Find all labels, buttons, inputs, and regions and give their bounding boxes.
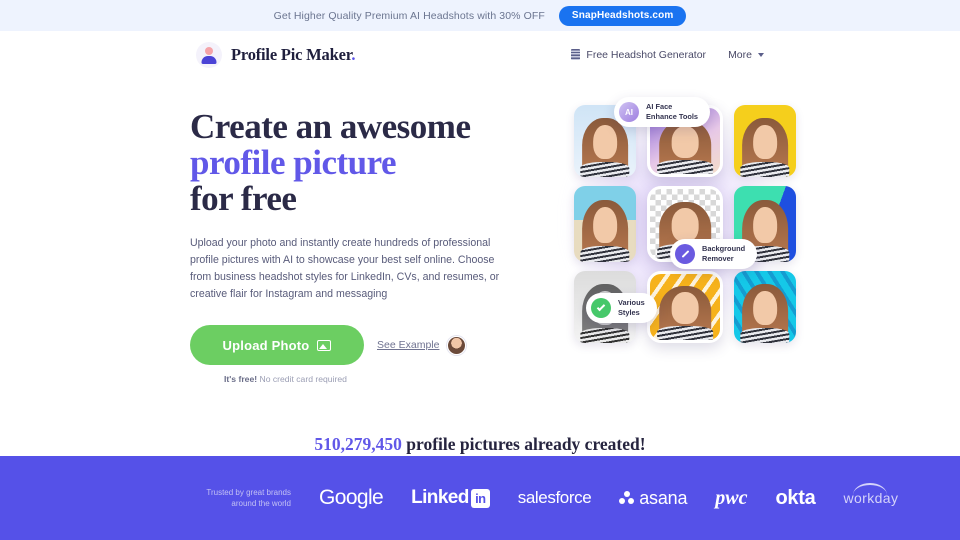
brand-name: Profile Pic Maker.: [231, 44, 356, 64]
stripes-icon: [571, 49, 581, 60]
brands-strip: Trusted by great brands around the world…: [0, 456, 960, 540]
logo-salesforce: salesforce: [517, 488, 592, 507]
ai-circle-icon: AI: [619, 102, 639, 122]
see-example-label: See Example: [377, 339, 440, 351]
logo-okta: okta: [775, 486, 816, 509]
portrait-beach: [574, 186, 636, 262]
portrait-grid: [552, 91, 796, 361]
headline-line-3: for free: [190, 179, 297, 218]
promo-banner: Get Higher Quality Premium AI Headshots …: [0, 0, 960, 31]
portrait-pattern: [647, 271, 723, 343]
snapheadshots-button[interactable]: SnapHeadshots.com: [558, 5, 687, 26]
logo-google: Google: [319, 486, 384, 509]
free-note-rest: No credit card required: [257, 374, 347, 384]
trusted-text: Trusted by great brands around the world: [206, 488, 291, 508]
asana-dots-icon: [619, 491, 635, 505]
badge-label: Various Styles: [618, 298, 645, 317]
headline-line-1: Create an awesome: [190, 107, 471, 146]
hero-copy: Create an awesome profile picture for fr…: [190, 95, 512, 384]
nav-label: More: [728, 48, 752, 61]
badge-label: AI Face Enhance Tools: [646, 102, 699, 121]
logo-linkedin: Linked in: [411, 487, 490, 509]
linkedin-in-icon: in: [470, 488, 490, 508]
badge-label: Background Remover: [702, 244, 746, 263]
portrait-cyan: [734, 271, 796, 343]
badge-ai-face-enhance-tools: AI AI Face Enhance Tools: [614, 97, 711, 127]
see-example-link-group[interactable]: See Example: [377, 335, 467, 355]
free-note: It's free! No credit card required: [224, 374, 512, 384]
main-nav: Free Headshot Generator More: [571, 49, 764, 61]
wand-icon: [675, 244, 695, 264]
cta-row: Upload Photo See Example: [190, 325, 512, 365]
free-note-bold: It's free!: [224, 374, 258, 384]
headline-accent: profile picture: [190, 143, 397, 182]
badge-background-remover: Background Remover: [670, 239, 758, 269]
nav-label: Free Headshot Generator: [586, 48, 707, 61]
upload-button-label: Upload Photo: [222, 337, 310, 353]
nav-item-more[interactable]: More: [728, 49, 764, 61]
logo-pwc: pwc: [715, 486, 748, 509]
hero-paragraph: Upload your photo and instantly create h…: [190, 237, 500, 300]
avatar: [447, 335, 467, 355]
portrait-yellow: [734, 105, 796, 177]
person-icon: [196, 41, 222, 68]
image-icon: [317, 339, 332, 351]
created-counter: 510,279,450 profile pictures already cre…: [0, 434, 960, 455]
nav-item-free-headshot-generator[interactable]: Free Headshot Generator: [571, 49, 706, 61]
counter-suffix: profile pictures already created!: [401, 434, 646, 454]
counter-number: 510,279,450: [314, 434, 402, 454]
logo[interactable]: Profile Pic Maker.: [196, 41, 356, 68]
promo-text: Get Higher Quality Premium AI Headshots …: [273, 9, 545, 22]
logo-workday: workday: [843, 483, 898, 506]
hero-section: Create an awesome profile picture for fr…: [0, 78, 960, 384]
logo-linkedin-text: Linked: [411, 487, 469, 508]
logo-asana: asana: [619, 488, 687, 509]
workday-arc-icon: [853, 483, 888, 495]
check-icon: [591, 298, 611, 318]
chevron-down-icon: [758, 52, 764, 57]
badge-various-styles: Various Styles: [586, 293, 657, 323]
page-title: Create an awesome profile picture for fr…: [190, 109, 512, 217]
upload-photo-button[interactable]: Upload Photo: [190, 325, 364, 365]
hero-collage: AI AI Face Enhance Tools Background Remo…: [552, 91, 796, 361]
site-header: Profile Pic Maker. Free Headshot Generat…: [0, 31, 960, 78]
logo-asana-text: asana: [639, 487, 688, 508]
